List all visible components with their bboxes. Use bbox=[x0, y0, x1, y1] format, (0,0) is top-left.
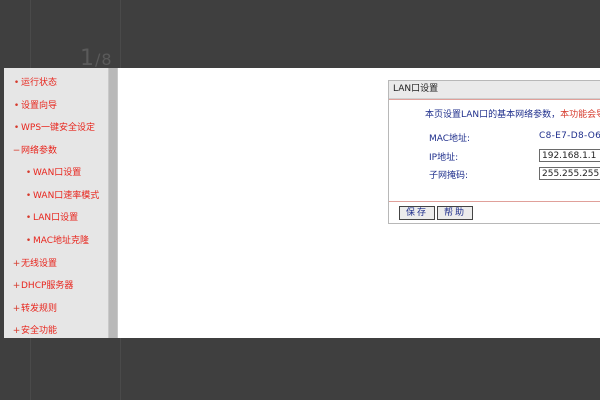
bullet-icon: • bbox=[25, 213, 32, 223]
expand-icon: + bbox=[12, 304, 21, 314]
sidebar-item-forwarding[interactable]: +转发规则 bbox=[4, 298, 57, 320]
bullet-icon: • bbox=[13, 123, 20, 133]
bullet-icon: • bbox=[25, 236, 32, 246]
bullet-icon: • bbox=[13, 101, 20, 111]
sidebar-menu: • 运行状态 • 设置向导 • WPS一键安全设定 −网络参数 • WAN口设置 • WA… bbox=[4, 68, 108, 338]
collapse-icon: − bbox=[12, 146, 21, 156]
expand-icon: + bbox=[12, 281, 21, 291]
ip-label: IP地址: bbox=[429, 153, 459, 163]
sidebar-item-network[interactable]: −网络参数 bbox=[4, 140, 57, 162]
sidebar-item-security[interactable]: +安全功能 bbox=[4, 320, 57, 338]
sidebar-item-setup-wizard[interactable]: • 设置向导 bbox=[4, 95, 57, 117]
sidebar-item-label: 转发规则 bbox=[21, 304, 58, 314]
ip-address-input[interactable] bbox=[539, 149, 600, 162]
sidebar-item-label: LAN口设置 bbox=[33, 213, 79, 223]
panel-body: 本页设置LAN口的基本网络参数，本功能会导 MAC地址: C8-E7-D8-O6… bbox=[389, 99, 600, 202]
lan-settings-panel: LAN口设置 本页设置LAN口的基本网络参数，本功能会导 MAC地址: C8-E… bbox=[388, 80, 600, 224]
sidebar-item-dhcp[interactable]: +DHCP服务器 bbox=[4, 275, 74, 297]
sidebar-item-wps[interactable]: • WPS一键安全设定 bbox=[4, 117, 95, 139]
panel-footer: 保存 帮助 bbox=[389, 203, 600, 223]
bullet-icon: • bbox=[25, 168, 32, 178]
sidebar-item-label: DHCP服务器 bbox=[21, 281, 74, 291]
page-total: /8 bbox=[95, 50, 113, 69]
save-button[interactable]: 保存 bbox=[399, 206, 436, 220]
scrollbar-thumb[interactable] bbox=[109, 68, 117, 338]
description-warning: 本功能会导 bbox=[560, 110, 600, 120]
sidebar-item-label: MAC地址克隆 bbox=[33, 236, 90, 246]
sidebar-item-label: WAN口设置 bbox=[33, 168, 82, 178]
sidebar-item-label: 无线设置 bbox=[21, 259, 58, 269]
sidebar-item-label: 安全功能 bbox=[21, 326, 58, 336]
expand-icon: + bbox=[12, 259, 21, 269]
help-button[interactable]: 帮助 bbox=[437, 206, 474, 220]
mac-label: MAC地址: bbox=[429, 134, 471, 144]
mac-value: C8-E7-D8-O6-A bbox=[539, 131, 600, 141]
router-admin-screenshot: • 运行状态 • 设置向导 • WPS一键安全设定 −网络参数 • WAN口设置 • WA… bbox=[4, 68, 600, 338]
panel-description: 本页设置LAN口的基本网络参数，本功能会导 bbox=[425, 107, 600, 120]
subnet-mask-label: 子网掩码: bbox=[429, 171, 469, 181]
sidebar-item-mac-clone[interactable]: • MAC地址克隆 bbox=[4, 230, 89, 252]
sidebar-item-wireless[interactable]: +无线设置 bbox=[4, 253, 57, 275]
sidebar-item-wan-speed[interactable]: • WAN口速率模式 bbox=[4, 185, 99, 207]
subnet-mask-input[interactable] bbox=[539, 167, 600, 180]
sidebar-item-label: 设置向导 bbox=[21, 101, 58, 111]
sidebar-item-label: 网络参数 bbox=[21, 146, 58, 156]
sidebar-item-wan[interactable]: • WAN口设置 bbox=[4, 162, 81, 184]
bullet-icon: • bbox=[25, 191, 32, 201]
panel-title: LAN口设置 bbox=[389, 81, 600, 99]
sidebar-item-label: 运行状态 bbox=[21, 78, 58, 88]
sidebar-item-label: WAN口速率模式 bbox=[33, 191, 100, 201]
sidebar-item-lan[interactable]: • LAN口设置 bbox=[4, 207, 78, 229]
expand-icon: + bbox=[12, 326, 21, 336]
description-text: 本页设置LAN口的基本网络参数， bbox=[425, 110, 561, 120]
bullet-icon: • bbox=[13, 78, 20, 88]
sidebar-item-status[interactable]: • 运行状态 bbox=[4, 72, 57, 94]
sidebar-item-label: WPS一键安全设定 bbox=[21, 123, 96, 133]
sidebar-scrollbar[interactable] bbox=[108, 68, 118, 338]
